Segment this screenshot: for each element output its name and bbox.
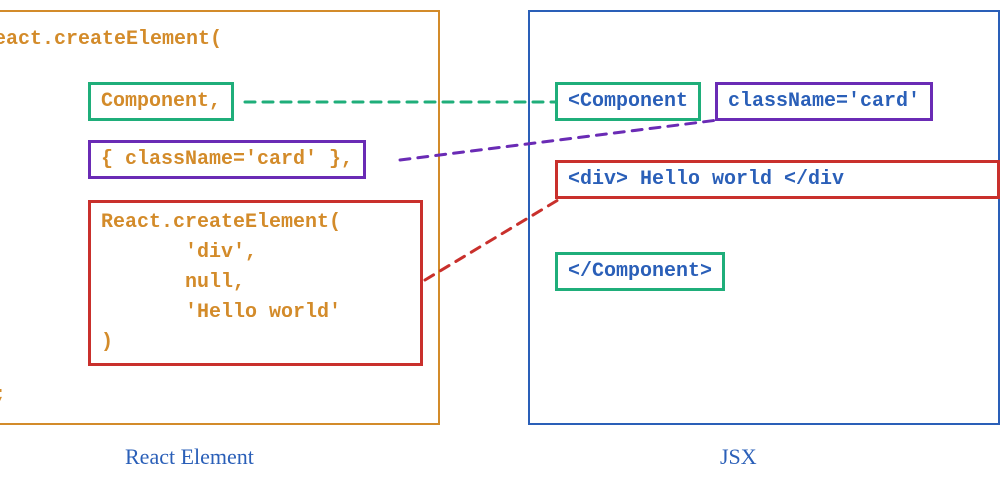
code-create-element-open: eact.createElement( bbox=[0, 28, 222, 51]
jsx-props: className='card' bbox=[715, 82, 933, 121]
caption-react-element: React Element bbox=[125, 444, 254, 470]
jsx-props-text: className='card' bbox=[728, 90, 920, 113]
arg-children: React.createElement( 'div', null, 'Hello… bbox=[88, 200, 423, 366]
jsx-closing-tag-text: </Component> bbox=[568, 260, 712, 283]
jsx-children-text: <div> Hello world </div bbox=[568, 168, 844, 191]
jsx-component-tag: <Component bbox=[555, 82, 701, 121]
code-statement-end: ; bbox=[0, 384, 6, 407]
jsx-children: <div> Hello world </div bbox=[555, 160, 1000, 199]
caption-jsx: JSX bbox=[720, 444, 757, 470]
jsx-closing-tag: </Component> bbox=[555, 252, 725, 291]
jsx-component-tag-text: <Component bbox=[568, 90, 688, 113]
arg-component-name: Component, bbox=[88, 82, 234, 121]
jsx-panel bbox=[528, 10, 1000, 425]
arg-props: { className='card' }, bbox=[88, 140, 366, 179]
